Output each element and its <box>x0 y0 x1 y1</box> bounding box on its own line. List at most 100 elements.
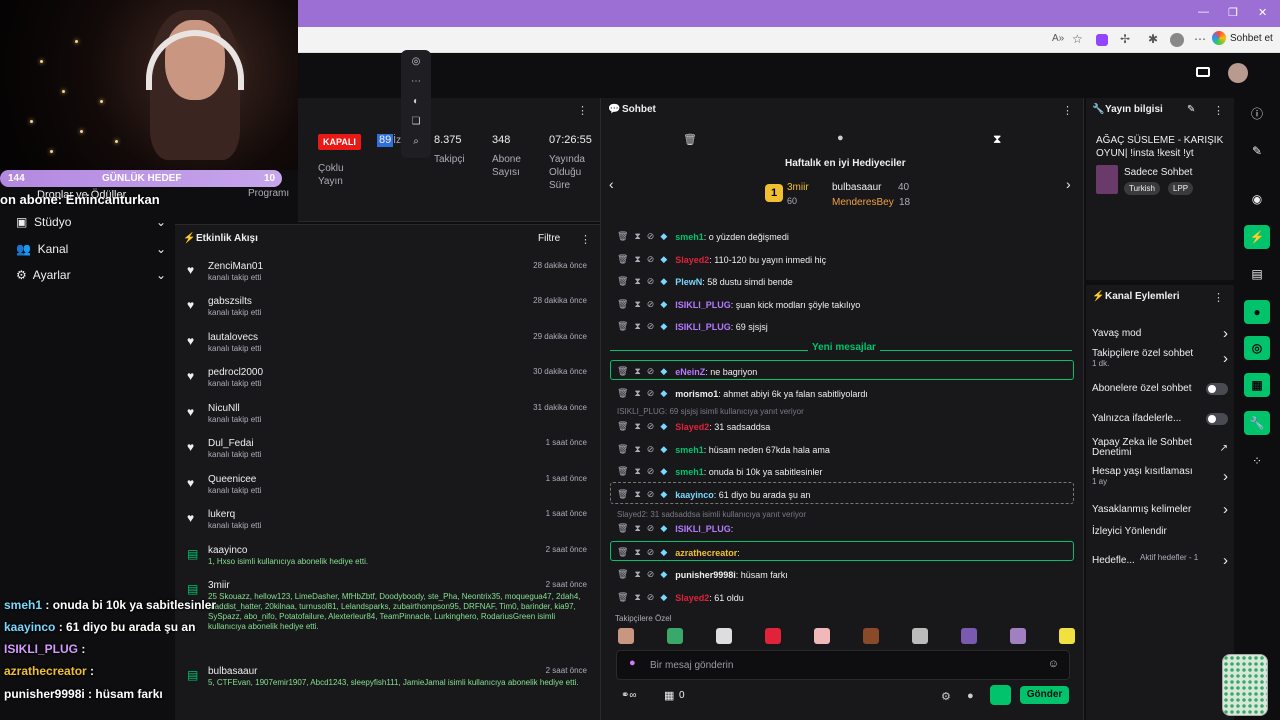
edit-pencil-icon[interactable]: ✎ <box>1187 104 1195 115</box>
chat-users-icon[interactable]: ● <box>967 690 974 702</box>
chat-username[interactable]: PlewN <box>675 277 702 287</box>
channel-action-item[interactable]: Hedefle... Aktif hedefler - 1 › <box>1092 552 1228 569</box>
extension-icon[interactable] <box>1096 34 1108 46</box>
delete-icon[interactable]: 🗑 <box>617 569 628 580</box>
delete-icon[interactable]: 🗑 <box>617 321 628 332</box>
delete-icon[interactable]: 🗑 <box>617 388 628 399</box>
collections-icon[interactable]: ✱ <box>1148 32 1158 46</box>
more-options-icon[interactable]: ⋮ <box>577 104 588 117</box>
emote-icon[interactable] <box>863 628 879 644</box>
prev-arrow-icon[interactable]: ‹ <box>609 176 614 192</box>
sidebar-item-studio[interactable]: ▣ Stüdyo ⌄ <box>16 215 166 229</box>
apps-icon[interactable]: ⁘ <box>1244 449 1270 473</box>
sidebar-item-channel[interactable]: 👥 Kanal ⌄ <box>16 242 166 256</box>
timeout-icon[interactable]: ⧗ <box>634 489 640 500</box>
camera-icon[interactable]: ◉ <box>1244 187 1270 211</box>
toggle-switch[interactable] <box>1206 383 1228 395</box>
channel-action-item[interactable]: Yapay Zeka ile Sohbet Denetimi ↗ <box>1092 438 1228 458</box>
delete-icon[interactable]: 🗑 <box>617 276 628 287</box>
chat-username[interactable]: morismo1 <box>675 389 718 399</box>
timeout-icon[interactable]: ⧗ <box>634 523 640 534</box>
delete-icon[interactable]: 🗑 <box>617 231 628 242</box>
more-options-icon[interactable]: ⋮ <box>580 233 591 246</box>
chat-username[interactable]: eNeinZ <box>675 367 705 377</box>
emote-icon[interactable] <box>765 628 781 644</box>
emote-icon[interactable] <box>814 628 830 644</box>
toggle-switch[interactable] <box>1206 413 1228 425</box>
external-link-icon[interactable]: ↗ <box>1220 443 1228 454</box>
hourglass-icon[interactable]: ⧗ <box>993 132 1001 147</box>
channel-action-item[interactable]: Takipçilere özel sohbet 1 dk. › <box>1092 349 1228 369</box>
delete-icon[interactable]: 🗑 <box>617 366 628 377</box>
ban-icon[interactable]: ⊘ <box>647 592 655 603</box>
timeout-icon[interactable]: ⧗ <box>634 366 640 377</box>
timeout-icon[interactable]: ⧗ <box>634 299 640 310</box>
chat-username[interactable]: ISIKLI_PLUG <box>675 524 731 534</box>
chat-username[interactable]: azrathecreator <box>675 548 737 558</box>
chat-username[interactable]: Slayed2 <box>675 593 709 603</box>
read-aloud-icon[interactable]: A» <box>1052 33 1064 44</box>
timeout-icon[interactable]: ⧗ <box>634 592 640 603</box>
activity-username[interactable]: Dul_Fedai <box>208 438 254 449</box>
delete-icon[interactable]: 🗑 <box>617 489 628 500</box>
more-menu-icon[interactable]: ⋯ <box>1194 32 1206 46</box>
chat-input[interactable]: ● Bir mesaj gönderin ☺ <box>616 650 1070 680</box>
channel-action-item[interactable]: Yalnızca ifadelerle... <box>1092 413 1228 425</box>
sidebar-item-settings[interactable]: ⚙ Ayarlar ⌄ <box>16 268 166 282</box>
copilot-button[interactable]: Sohbet et <box>1212 31 1273 45</box>
delete-icon[interactable]: 🗑 <box>617 254 628 265</box>
delete-icon[interactable]: 🗑 <box>617 592 628 603</box>
filter-button[interactable]: Filtre <box>538 233 560 244</box>
edit-icon[interactable]: ✎ <box>1244 139 1270 163</box>
timeout-icon[interactable]: ⧗ <box>634 421 640 432</box>
chat-bubble-icon[interactable]: ● <box>837 132 844 144</box>
chat-username[interactable]: ISIKLI_PLUG <box>675 300 731 310</box>
notes-icon[interactable]: ▤ <box>1244 262 1270 286</box>
address-bar[interactable]: A» ☆ ✢ ✱ ⋯ <box>298 27 1280 53</box>
delete-icon[interactable]: 🗑 <box>617 421 628 432</box>
tools-icon[interactable]: 🔧 <box>1244 411 1270 435</box>
copy-icon[interactable]: ❏ <box>412 116 421 127</box>
ban-icon[interactable]: ⊘ <box>647 231 655 242</box>
tag-chip[interactable]: Turkish <box>1124 182 1160 195</box>
points-icon[interactable]: ⚭∞ <box>621 690 637 701</box>
activity-username[interactable]: NicuNll <box>208 403 240 414</box>
ban-icon[interactable]: ⊘ <box>647 366 655 377</box>
delete-icon[interactable]: 🗑 <box>617 547 628 558</box>
send-button[interactable]: Gönder <box>1020 686 1069 704</box>
ban-icon[interactable]: ⊘ <box>647 321 655 332</box>
timeout-icon[interactable]: ⧗ <box>634 321 640 332</box>
timeout-icon[interactable]: ⧗ <box>634 388 640 399</box>
chat-username[interactable]: Slayed2 <box>675 422 709 432</box>
delete-icon[interactable]: 🗑 <box>617 444 628 455</box>
channel-action-item[interactable]: Yavaş mod › <box>1092 325 1228 342</box>
activity-username[interactable]: pedrocl2000 <box>208 367 263 378</box>
more-icon[interactable]: ⋯ <box>411 76 421 87</box>
channel-action-item[interactable]: Yasaklanmış kelimeler › <box>1092 501 1228 518</box>
activity-username[interactable]: kaayinco <box>208 545 247 556</box>
more-options-icon[interactable]: ⋮ <box>1062 104 1073 117</box>
tag-chip[interactable]: LPP <box>1168 182 1194 195</box>
chat-username[interactable]: smeh1 <box>675 467 704 477</box>
kick-logo-icon[interactable] <box>990 685 1011 705</box>
chat-username[interactable]: punisher9998i <box>675 570 736 580</box>
timeout-icon[interactable]: ⧗ <box>634 276 640 287</box>
ban-icon[interactable]: ⊘ <box>647 388 655 399</box>
timeout-icon[interactable]: ⧗ <box>634 231 640 242</box>
emoji-icon[interactable]: ☺ <box>1048 658 1059 670</box>
ban-icon[interactable]: ⊘ <box>647 444 655 455</box>
timeout-icon[interactable]: ⧗ <box>634 466 640 477</box>
ban-icon[interactable]: ⊘ <box>647 523 655 534</box>
favorite-star-icon[interactable]: ☆ <box>1072 32 1083 46</box>
emote-icon[interactable] <box>1059 628 1075 644</box>
quick-actions-icon[interactable]: ⚡ <box>1244 225 1270 249</box>
maximize-icon[interactable]: ❐ <box>1228 6 1238 19</box>
ban-icon[interactable]: ⊘ <box>647 547 655 558</box>
ban-icon[interactable]: ⊘ <box>647 254 655 265</box>
activity-username[interactable]: ZenciMan01 <box>208 261 263 272</box>
activity-username[interactable]: lukerq <box>208 509 235 520</box>
profile-avatar[interactable] <box>1170 33 1184 47</box>
channel-action-item[interactable]: İzleyici Yönlendir <box>1092 527 1228 537</box>
chat-username[interactable]: smeh1 <box>675 232 704 242</box>
activity-username[interactable]: gabszsilts <box>208 296 252 307</box>
